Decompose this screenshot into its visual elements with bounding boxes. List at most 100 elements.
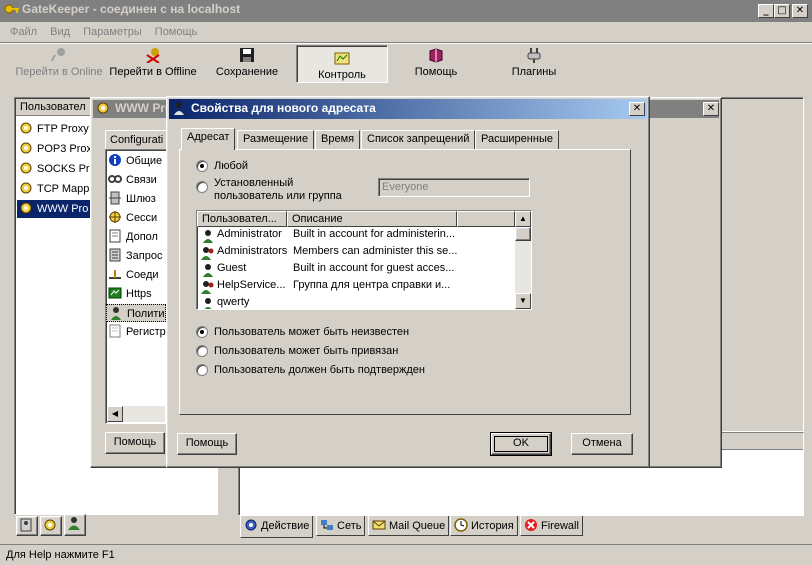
menu-file[interactable]: Файл bbox=[10, 26, 37, 38]
left-tab-users[interactable] bbox=[64, 514, 86, 536]
tree-item-ftp[interactable]: FTP Proxy bbox=[19, 120, 89, 138]
config-item-https[interactable]: Https bbox=[108, 285, 152, 303]
tab-time[interactable]: Время bbox=[315, 130, 361, 150]
radio-specific[interactable] bbox=[196, 181, 208, 193]
properties-dialog-close-button[interactable]: ✕ bbox=[629, 102, 645, 116]
props-help-button[interactable]: Помощь bbox=[177, 433, 237, 455]
plugins-button[interactable]: Плагины bbox=[494, 47, 574, 83]
left-tab-services[interactable] bbox=[40, 516, 62, 536]
menu-bar: Файл Вид Параметры Помощь bbox=[10, 26, 207, 38]
server-icon bbox=[20, 518, 32, 532]
help-toolbar-button[interactable]: Помощь bbox=[396, 47, 476, 83]
tab-placement[interactable]: Размещение bbox=[237, 130, 315, 150]
radio-user-unknown-label: Пользователь может быть неизвестен bbox=[214, 326, 410, 338]
tab-addressee[interactable]: Адресат bbox=[181, 128, 236, 150]
menu-params[interactable]: Параметры bbox=[83, 26, 142, 38]
radio-any[interactable] bbox=[196, 160, 208, 172]
config-item-additional[interactable]: Допол bbox=[108, 228, 158, 246]
gears-icon bbox=[44, 519, 56, 531]
specific-user-field[interactable]: Everyone bbox=[378, 178, 530, 197]
user-icon bbox=[109, 306, 123, 320]
left-tab-servers[interactable] bbox=[16, 516, 38, 536]
config-item-general[interactable]: Общие bbox=[108, 152, 162, 170]
config-list-hscrollbar[interactable]: ◀ bbox=[107, 406, 165, 422]
tab-firewall[interactable]: Firewall bbox=[520, 516, 583, 536]
list-header-desc[interactable]: Описание bbox=[287, 211, 457, 227]
user-icon bbox=[172, 101, 186, 118]
scroll-down-icon[interactable]: ▼ bbox=[515, 293, 531, 309]
gears-icon bbox=[244, 518, 258, 532]
key-icon bbox=[50, 47, 67, 63]
config-item-connections[interactable]: Соеди bbox=[108, 266, 159, 284]
radio-any-label: Любой bbox=[214, 160, 249, 172]
list-header-user[interactable]: Пользовател... bbox=[197, 211, 287, 227]
config-item-links[interactable]: Связи bbox=[108, 171, 157, 189]
tree-item-socks[interactable]: SOCKS Pr bbox=[19, 160, 90, 178]
info-icon bbox=[108, 153, 122, 167]
gatekeeper-logo-icon bbox=[4, 3, 20, 19]
scroll-up-icon[interactable]: ▲ bbox=[515, 211, 531, 227]
radio-user-bound-label: Пользователь может быть привязан bbox=[214, 345, 399, 357]
tab-ban-list[interactable]: Список запрещений bbox=[361, 130, 476, 150]
config-item-gateway[interactable]: Шлюз bbox=[108, 190, 156, 208]
close-button[interactable]: ✕ bbox=[792, 4, 808, 18]
maximize-button[interactable]: □ bbox=[774, 4, 790, 18]
control-button[interactable]: Контроль bbox=[296, 45, 388, 83]
list-header-empty bbox=[457, 211, 515, 227]
scroll-left-icon[interactable]: ◀ bbox=[107, 406, 123, 422]
www-help-button[interactable]: Помощь bbox=[105, 432, 165, 454]
list-row-qwerty[interactable]: qwerty bbox=[199, 296, 531, 309]
tab-network[interactable]: Сеть bbox=[316, 516, 366, 536]
user-icon bbox=[201, 263, 215, 277]
www-dialog-close-button[interactable]: ✕ bbox=[703, 102, 719, 116]
tree-item-pop3[interactable]: POP3 Prox bbox=[19, 140, 92, 158]
tab-advanced[interactable]: Расширенные bbox=[475, 130, 559, 150]
scroll-thumb[interactable] bbox=[515, 227, 531, 241]
radio-user-bound[interactable] bbox=[196, 345, 208, 357]
gears-icon bbox=[19, 161, 33, 175]
config-item-requests[interactable]: Запрос bbox=[108, 247, 162, 265]
list-row-guest[interactable]: Guest Built in account for guest acces... bbox=[199, 262, 531, 279]
properties-dialog: Свойства для нового адресата ✕ Адресат Р… bbox=[166, 96, 650, 468]
minimize-button[interactable]: _ bbox=[758, 4, 774, 18]
radio-user-confirmed-label: Пользователь должен быть подтвержден bbox=[214, 364, 426, 376]
go-online-button[interactable]: Перейти в Online bbox=[12, 47, 106, 83]
save-button[interactable]: Сохранение bbox=[206, 47, 288, 83]
radio-user-unknown[interactable] bbox=[196, 326, 208, 338]
sessions-icon bbox=[108, 210, 122, 224]
www-config-list: Общие Связи Шлюз Сесси Допол Запрос Соед… bbox=[105, 149, 167, 424]
menu-view[interactable]: Вид bbox=[50, 26, 70, 38]
group-icon bbox=[201, 246, 215, 260]
menu-help[interactable]: Помощь bbox=[155, 26, 198, 38]
link-icon bbox=[108, 172, 122, 186]
config-item-policy[interactable]: Полити bbox=[106, 304, 166, 322]
radio-specific-label: Установленный пользователь или группа bbox=[214, 177, 342, 202]
user-list-vscrollbar[interactable]: ▲ ▼ bbox=[515, 211, 531, 309]
config-item-logging[interactable]: Регистр bbox=[108, 323, 166, 341]
control-panel-icon bbox=[334, 50, 350, 66]
ok-button[interactable]: OK bbox=[490, 432, 552, 456]
list-row-administrators[interactable]: Administrators Members can administer thi… bbox=[199, 245, 531, 262]
tree-item-tcp[interactable]: TCP Mapp bbox=[19, 180, 89, 198]
radio-user-confirmed[interactable] bbox=[196, 364, 208, 376]
properties-dialog-title-bar: Свойства для нового адресата bbox=[169, 99, 647, 119]
list-row-helpservice[interactable]: HelpService... Группа для центра справки … bbox=[199, 279, 531, 296]
gears-icon bbox=[96, 101, 110, 118]
tab-history[interactable]: История bbox=[450, 516, 518, 536]
cancel-button[interactable]: Отмена bbox=[571, 433, 633, 455]
user-list: Пользовател... Описание Administrator Bui… bbox=[196, 210, 532, 310]
clock-icon bbox=[454, 518, 468, 532]
tab-mail-queue[interactable]: Mail Queue bbox=[368, 516, 450, 536]
status-bar: Для Help нажмите F1 bbox=[0, 544, 812, 565]
tab-action[interactable]: Действие bbox=[240, 516, 314, 538]
envelope-icon bbox=[372, 518, 386, 532]
config-item-sessions[interactable]: Сесси bbox=[108, 209, 157, 227]
www-config-tab[interactable]: Configurati bbox=[105, 130, 167, 150]
gears-icon bbox=[19, 181, 33, 195]
document-icon bbox=[108, 229, 122, 243]
key-cross-icon bbox=[145, 47, 161, 64]
go-offline-button[interactable]: Перейти в Offline bbox=[106, 47, 200, 83]
toolbar-separator bbox=[0, 42, 812, 44]
list-row-administrator[interactable]: Administrator Built in account for admini… bbox=[199, 228, 531, 245]
floppy-disk-icon bbox=[239, 47, 255, 63]
